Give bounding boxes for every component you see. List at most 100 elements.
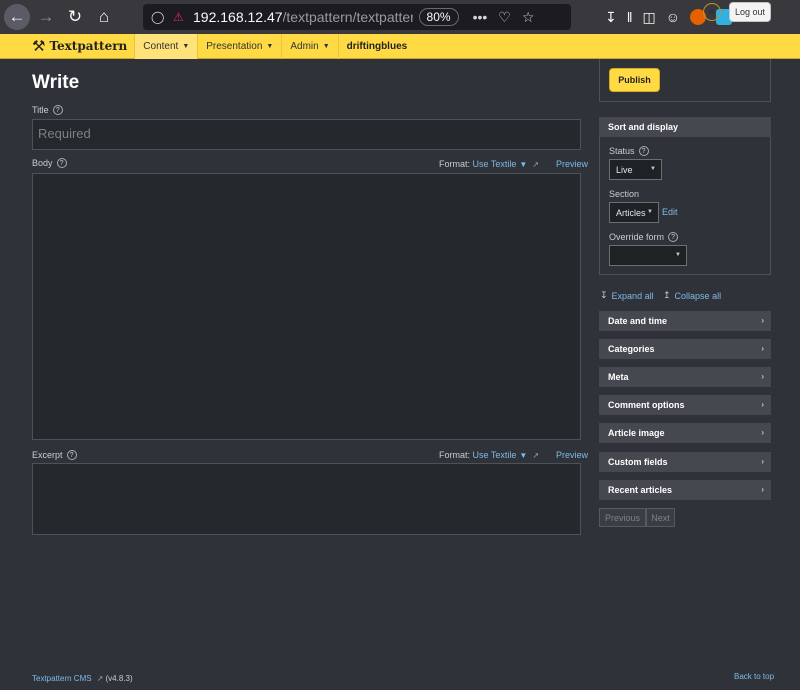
chevron-right-icon: ›	[761, 344, 764, 353]
title-label: Title	[32, 105, 49, 115]
body-format-select[interactable]: Use Textile	[473, 159, 517, 169]
body-label-row: Body?	[32, 158, 67, 168]
override-label-row: Override form?	[609, 232, 679, 242]
status-label: Status	[609, 146, 635, 156]
cms-link[interactable]: Textpattern CMS	[32, 674, 92, 683]
help-icon[interactable]: ?	[56, 158, 67, 168]
override-label: Override form	[609, 232, 665, 242]
status-select[interactable]: Live ▼	[609, 159, 662, 180]
panel-label: Comment options	[608, 400, 685, 410]
chevron-down-icon: ▼	[322, 42, 330, 50]
menu-presentation[interactable]: Presentation ▼	[197, 33, 281, 59]
excerpt-format-select[interactable]: Use Textile	[473, 450, 517, 460]
chevron-right-icon: ›	[761, 457, 764, 466]
panel-label: Meta	[608, 372, 629, 382]
excerpt-label: Excerpt	[32, 450, 63, 460]
bookmark-star-icon[interactable]: ☆	[522, 9, 535, 26]
external-link-icon[interactable]: ↗	[532, 451, 539, 460]
chevron-down-icon: ▼	[650, 166, 656, 172]
site-link[interactable]: driftingblues	[337, 33, 416, 59]
title-label-row: Title?	[32, 105, 63, 115]
tools-icon: ⚒	[32, 38, 46, 55]
forward-arrow-icon[interactable]: →	[33, 4, 59, 30]
panel-label: Custom fields	[608, 457, 668, 467]
panel-custom-fields[interactable]: Custom fields ›	[599, 452, 771, 472]
help-icon[interactable]: ?	[668, 232, 679, 242]
override-form-select[interactable]: ▼	[609, 245, 687, 266]
expand-all-link[interactable]: ↧ Expand all	[600, 290, 654, 301]
pocket-icon[interactable]: ♡	[498, 9, 511, 26]
chevron-right-icon: ›	[761, 400, 764, 409]
previous-button[interactable]: Previous	[599, 508, 646, 527]
menu-content[interactable]: Content ▼	[134, 33, 198, 59]
chevron-down-icon: ▼	[675, 252, 681, 258]
main-menu: Content ▼ Presentation ▼ Admin ▼ driftingbl…	[134, 33, 416, 59]
back-to-top-link[interactable]: Back to top	[734, 672, 774, 681]
url-host: 192.168.12.47	[193, 9, 283, 25]
panel-categories[interactable]: Categories ›	[599, 339, 771, 359]
excerpt-textarea[interactable]	[32, 463, 581, 535]
library-icon[interactable]: ‖	[627, 9, 633, 25]
help-icon[interactable]: ?	[638, 146, 649, 156]
chevron-down-icon: ▼	[266, 42, 274, 50]
body-preview-link[interactable]: Preview	[556, 159, 588, 169]
section-value: Articles	[616, 207, 646, 218]
panel-article-image[interactable]: Article image ›	[599, 423, 771, 443]
reload-icon[interactable]: ↻	[62, 4, 88, 30]
address-bar[interactable]: ◯ ⚠ 192.168.12.47 /textpattern/textpatte…	[143, 4, 571, 30]
back-arrow-icon[interactable]: ←	[4, 4, 30, 30]
zoom-indicator[interactable]: 80%	[418, 8, 459, 26]
brand-logo[interactable]: ⚒ Textpattern	[32, 34, 127, 59]
body-textarea[interactable]	[32, 173, 581, 440]
account-icon[interactable]: ☺	[666, 9, 680, 25]
status-label-row: Status?	[609, 146, 649, 156]
help-icon[interactable]: ?	[52, 105, 63, 115]
expand-all-label: Expand all	[611, 290, 654, 301]
brand-name: Textpattern	[49, 39, 128, 53]
url-actions: ••• ♡ ☆	[473, 9, 535, 26]
body-label: Body	[32, 158, 53, 168]
section-label-row: Section	[609, 189, 639, 199]
collapse-all-label: Collapse all	[674, 290, 722, 301]
collapse-icon: ↥	[663, 290, 671, 300]
chevron-down-icon: ▼	[182, 42, 190, 50]
more-actions-icon[interactable]: •••	[473, 9, 488, 26]
logout-button[interactable]: Log out	[729, 2, 771, 22]
textpattern-header: ⚒ Textpattern Content ▼ Presentation ▼ Adm…	[0, 33, 800, 59]
section-edit-link[interactable]: Edit	[662, 207, 678, 217]
version-text: (v4.8.3)	[105, 674, 133, 683]
home-icon[interactable]: ⌂	[91, 4, 117, 30]
lightbulb-icon[interactable]: ●	[703, 3, 721, 21]
chevron-down-icon: ▼	[519, 450, 528, 460]
collapse-all-link[interactable]: ↥ Collapse all	[663, 290, 721, 301]
status-value: Live	[616, 164, 633, 175]
next-button[interactable]: Next	[646, 508, 675, 527]
panel-comment-options[interactable]: Comment options ›	[599, 395, 771, 415]
excerpt-format-row: Format: Use Textile ▼ ↗ Preview	[439, 450, 588, 460]
sort-display-heading: Sort and display	[599, 117, 771, 137]
panel-date-time[interactable]: Date and time ›	[599, 311, 771, 331]
chevron-right-icon: ›	[761, 485, 764, 494]
menu-admin[interactable]: Admin ▼	[281, 33, 337, 59]
title-input[interactable]: Required	[32, 119, 581, 150]
site-name: driftingblues	[346, 40, 408, 52]
help-icon[interactable]: ?	[66, 450, 77, 460]
shield-icon[interactable]: ◯	[151, 10, 165, 24]
panel-label: Date and time	[608, 316, 668, 326]
panel-recent-articles[interactable]: Recent articles ›	[599, 480, 771, 500]
section-select[interactable]: Articles ▼	[609, 202, 659, 223]
format-label: Format:	[439, 159, 471, 169]
chevron-right-icon: ›	[761, 316, 764, 325]
panel-label: Article image	[608, 428, 665, 438]
panel-meta[interactable]: Meta ›	[599, 367, 771, 387]
body-format-row: Format: Use Textile ▼ ↗ Preview	[439, 159, 588, 169]
format-label: Format:	[439, 450, 471, 460]
external-link-icon[interactable]: ↗	[532, 160, 539, 169]
footer-credits: Textpattern CMS ↗ (v4.8.3)	[32, 674, 133, 683]
excerpt-preview-link[interactable]: Preview	[556, 450, 588, 460]
insecure-lock-icon[interactable]: ⚠	[173, 10, 187, 24]
download-icon[interactable]: ↧	[605, 9, 617, 26]
panel-label: Categories	[608, 344, 655, 354]
sidebar-icon[interactable]: ◫	[643, 9, 656, 26]
publish-button[interactable]: Publish	[609, 68, 660, 92]
